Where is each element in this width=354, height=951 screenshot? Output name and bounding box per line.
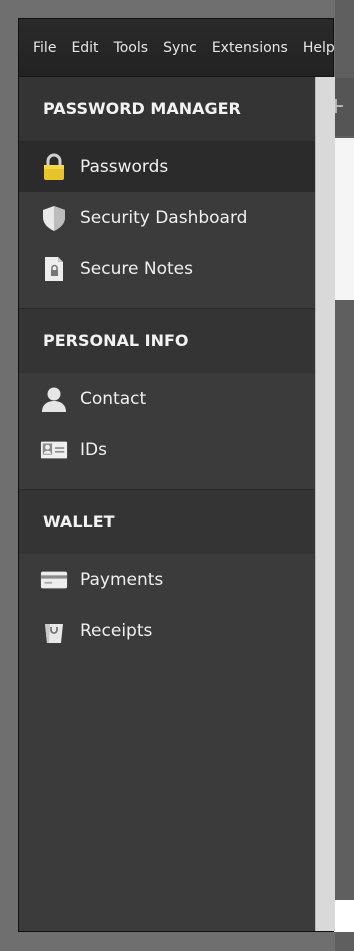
sidebar-item-label: IDs <box>80 439 107 460</box>
credit-card-icon <box>40 566 68 594</box>
menu-help[interactable]: Help <box>303 40 335 56</box>
sidebar-item-secure-notes[interactable]: Secure Notes <box>19 243 315 294</box>
section-password-manager: PASSWORD MANAGER Passwords Security Dash… <box>19 77 315 308</box>
sidebar-item-passwords[interactable]: Passwords <box>19 141 315 192</box>
sidebar-item-label: Receipts <box>80 620 153 641</box>
section-title: PASSWORD MANAGER <box>19 77 315 141</box>
sidebar-item-label: Passwords <box>80 156 169 177</box>
vertical-scrollbar[interactable] <box>315 77 335 931</box>
sidebar-item-payments[interactable]: Payments <box>19 554 315 605</box>
section-title: PERSONAL INFO <box>19 309 315 373</box>
sidebar-item-security-dashboard[interactable]: Security Dashboard <box>19 192 315 243</box>
shopping-bag-icon <box>40 617 68 645</box>
section-title: WALLET <box>19 490 315 554</box>
sidebar-item-contact[interactable]: Contact <box>19 373 315 424</box>
person-icon <box>40 385 68 413</box>
sidebar-item-receipts[interactable]: Receipts <box>19 605 315 656</box>
menu-edit[interactable]: Edit <box>71 40 98 56</box>
menu-extensions[interactable]: Extensions <box>212 40 288 56</box>
id-card-icon <box>40 436 68 464</box>
sidebar-item-label: Contact <box>80 388 147 409</box>
app-window: File Edit Tools Sync Extensions Help PAS… <box>18 18 335 932</box>
sidebar-item-label: Payments <box>80 569 164 590</box>
section-personal-info: PERSONAL INFO Contact IDs <box>19 308 315 489</box>
section-wallet: WALLET Payments Receipts <box>19 489 315 656</box>
sidebar-item-label: Secure Notes <box>80 258 193 279</box>
sidebar: PASSWORD MANAGER Passwords Security Dash… <box>19 77 315 931</box>
menu-bar: File Edit Tools Sync Extensions Help <box>19 19 335 77</box>
padlock-icon <box>40 153 68 181</box>
sidebar-item-label: Security Dashboard <box>80 207 248 228</box>
sidebar-item-ids[interactable]: IDs <box>19 424 315 475</box>
menu-tools[interactable]: Tools <box>114 40 149 56</box>
shield-icon <box>40 204 68 232</box>
menu-file[interactable]: File <box>33 40 56 56</box>
menu-sync[interactable]: Sync <box>163 40 197 56</box>
secure-note-icon <box>40 255 68 283</box>
